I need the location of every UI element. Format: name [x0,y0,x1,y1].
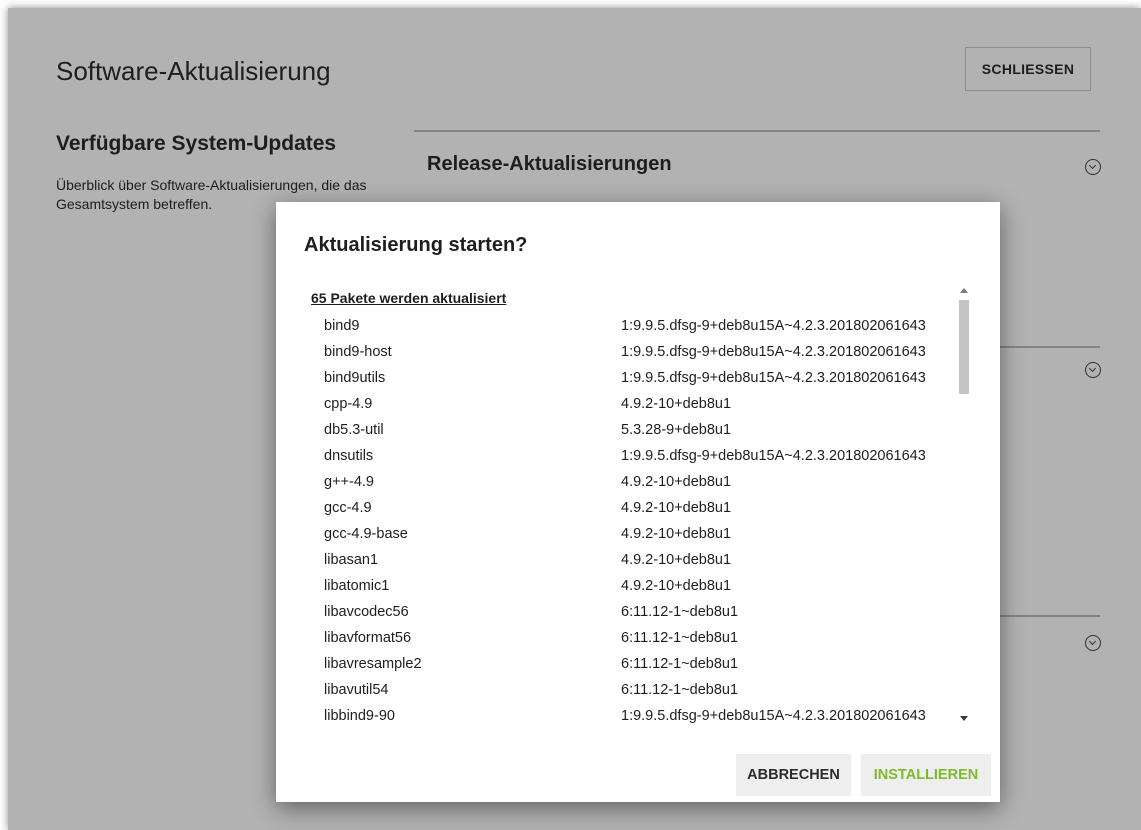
list-item: libbind9-90 1:9.9.5.dfsg-9+deb8u15A~4.2.… [311,708,961,728]
package-name: bind9-host [324,344,392,360]
list-item: cpp-4.9 4.9.2-10+deb8u1 [311,396,961,422]
list-item: libavresample2 6:11.12-1~deb8u1 [311,656,961,682]
package-list[interactable]: 65 Pakete werden aktualisiert bind9 1:9.… [311,284,971,728]
package-name: bind9 [324,318,360,334]
scrollbar-thumb[interactable] [959,300,969,394]
package-name: g++-4.9 [324,474,374,490]
package-name: gcc-4.9-base [324,526,408,542]
list-item: db5.3-util 5.3.28-9+deb8u1 [311,422,961,448]
list-item: gcc-4.9-base 4.9.2-10+deb8u1 [311,526,961,552]
cancel-button[interactable]: ABBRECHEN [736,754,851,796]
package-version: 4.9.2-10+deb8u1 [621,526,732,542]
package-name: bind9utils [324,370,386,386]
package-version: 4.9.2-10+deb8u1 [621,474,732,490]
package-name: libavutil54 [324,682,389,698]
list-item: libavutil54 6:11.12-1~deb8u1 [311,682,961,708]
scroll-down-arrow-icon[interactable] [960,716,968,721]
package-version: 4.9.2-10+deb8u1 [621,396,732,412]
package-version: 1:9.9.5.dfsg-9+deb8u15A~4.2.3.2018020616… [621,448,926,464]
package-version: 1:9.9.5.dfsg-9+deb8u15A~4.2.3.2018020616… [621,344,926,360]
package-name: libavcodec56 [324,604,409,620]
package-count-header: 65 Pakete werden aktualisiert [311,290,507,306]
package-name: libasan1 [324,552,379,568]
list-item: bind9utils 1:9.9.5.dfsg-9+deb8u15A~4.2.3… [311,370,961,396]
package-version: 1:9.9.5.dfsg-9+deb8u15A~4.2.3.2018020616… [621,318,926,334]
package-version: 6:11.12-1~deb8u1 [621,656,739,672]
package-name: db5.3-util [324,422,384,438]
package-version: 6:11.12-1~deb8u1 [621,630,739,646]
list-item: gcc-4.9 4.9.2-10+deb8u1 [311,500,961,526]
package-name: libavresample2 [324,656,422,672]
package-version: 1:9.9.5.dfsg-9+deb8u15A~4.2.3.2018020616… [621,370,926,386]
list-item: dnsutils 1:9.9.5.dfsg-9+deb8u15A~4.2.3.2… [311,448,961,474]
list-item: g++-4.9 4.9.2-10+deb8u1 [311,474,961,500]
list-item: bind9-host 1:9.9.5.dfsg-9+deb8u15A~4.2.3… [311,344,961,370]
package-version: 6:11.12-1~deb8u1 [621,604,739,620]
list-item: bind9 1:9.9.5.dfsg-9+deb8u15A~4.2.3.2018… [311,318,961,344]
package-name: cpp-4.9 [324,396,373,412]
package-version: 1:9.9.5.dfsg-9+deb8u15A~4.2.3.2018020616… [621,708,926,724]
package-version: 6:11.12-1~deb8u1 [621,682,739,698]
package-version: 4.9.2-10+deb8u1 [621,552,732,568]
list-scrollbar[interactable] [958,286,970,726]
package-name: dnsutils [324,448,374,464]
update-confirm-dialog: Aktualisierung starten? 65 Pakete werden… [276,202,1000,802]
list-item: libatomic1 4.9.2-10+deb8u1 [311,578,961,604]
list-item: libasan1 4.9.2-10+deb8u1 [311,552,961,578]
package-name: libatomic1 [324,578,390,594]
install-button[interactable]: INSTALLIEREN [861,754,991,796]
scroll-up-arrow-icon[interactable] [960,288,968,293]
package-version: 4.9.2-10+deb8u1 [621,578,732,594]
package-name: libbind9-90 [324,708,395,724]
dialog-title: Aktualisierung starten? [304,234,528,256]
package-version: 4.9.2-10+deb8u1 [621,500,732,516]
list-item: libavformat56 6:11.12-1~deb8u1 [311,630,961,656]
package-name: gcc-4.9 [324,500,372,516]
package-version: 5.3.28-9+deb8u1 [621,422,732,438]
list-item: libavcodec56 6:11.12-1~deb8u1 [311,604,961,630]
package-name: libavformat56 [324,630,412,646]
